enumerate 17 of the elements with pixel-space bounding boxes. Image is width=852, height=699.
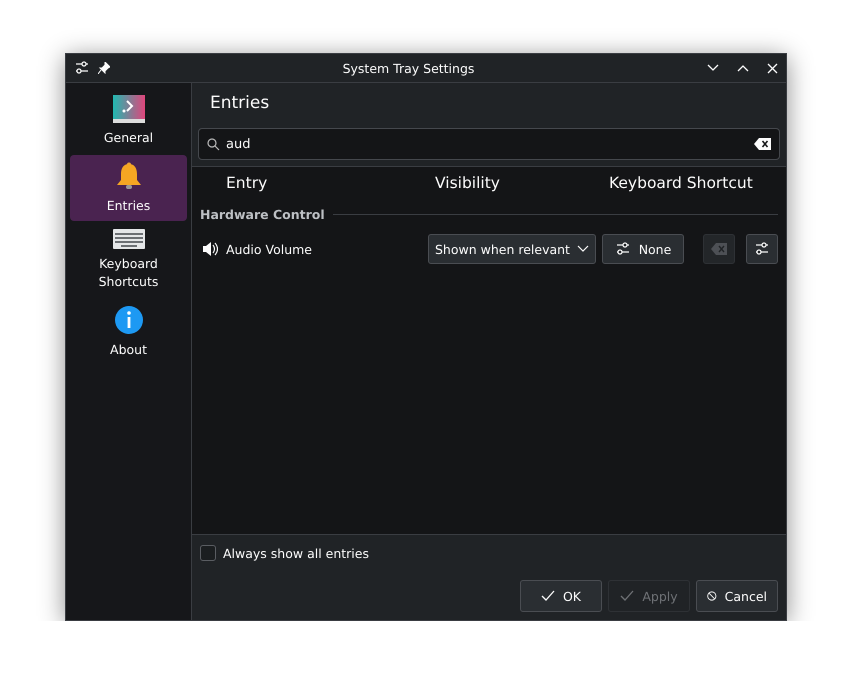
dialog-button[interactable]: Cancel (696, 580, 778, 612)
sidebar-item[interactable]: Entries (70, 155, 187, 221)
column-header: Entry (226, 174, 268, 192)
column-header: Visibility (435, 174, 500, 192)
checkbox-label: Always show all entries (223, 546, 369, 560)
page-title: Entries (210, 93, 270, 113)
entry-name: Audio Volume (226, 242, 313, 256)
sidebar-item[interactable]: Keyboard Shortcuts (70, 223, 187, 297)
shortcut-button[interactable]: None (602, 234, 684, 264)
sidebar-item[interactable]: General (70, 89, 187, 153)
window-title: System Tray Settings (342, 60, 476, 76)
visibility-dropdown[interactable]: Shown when relevant (428, 234, 596, 264)
group-title: Hardware Control (200, 206, 325, 222)
sidebar-item[interactable]: About (70, 299, 187, 365)
column-header: Keyboard Shortcut (609, 174, 753, 192)
dialog-button[interactable]: OK (520, 580, 602, 612)
search-field[interactable]: aud (198, 128, 780, 160)
